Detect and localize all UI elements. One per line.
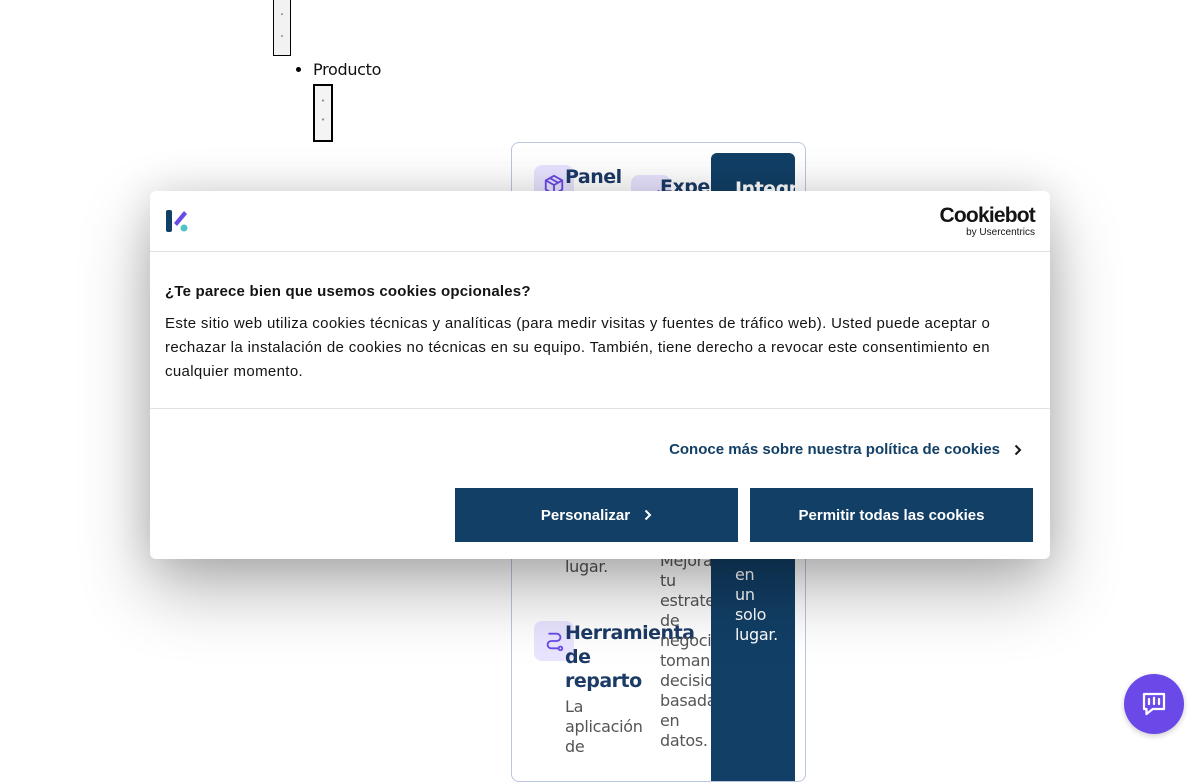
cookie-dialog-title: ¿Te parece bien que usemos cookies opcio… [165,283,531,300]
menu-item-integraciones-desc: en un solo lugar. [735,565,778,644]
chevron-up-icon: ˄ [321,99,325,108]
menu-item-panel-desc: lugar. [565,557,608,576]
cookie-policy-link[interactable]: Conoce más sobre nuestra política de coo… [669,441,1022,458]
allow-all-cookies-button[interactable]: Permitir todas las cookies [750,488,1033,542]
chevron-up-icon: ˄ [280,12,284,21]
chevron-down-icon: ˅ [280,34,284,43]
customize-button[interactable]: Personalizar [455,488,738,542]
cookie-dialog-body: ¿Te parece bien que usemos cookies opcio… [150,252,1050,409]
chevron-down-icon: ˅ [321,118,325,127]
chat-launcher-button[interactable] [1124,674,1184,734]
cookiebot-logo[interactable]: Cookiebot by Usercentrics [940,205,1036,239]
menu-item-herramienta-desc: La aplicación de [565,697,643,756]
brand-k-logo [166,210,188,236]
cookie-consent-dialog: Cookiebot by Usercentrics ¿Te parece bie… [150,191,1050,559]
cookie-dialog-header: Cookiebot by Usercentrics [150,191,1050,252]
menu-toggle-button[interactable]: ˄ ˅ [273,0,291,56]
chevron-right-icon [644,509,652,521]
chevron-right-icon [1014,444,1022,455]
chat-bubble-icon [1142,692,1166,716]
main-nav: Producto [296,60,381,79]
cookie-dialog-description: Este sitio web utiliza cookies técnicas … [165,315,991,380]
nav-item-producto[interactable]: Producto [296,60,381,79]
submenu-toggle-button[interactable]: ˄ ˅ [313,84,333,142]
menu-item-panel[interactable]: Panel [565,165,622,189]
